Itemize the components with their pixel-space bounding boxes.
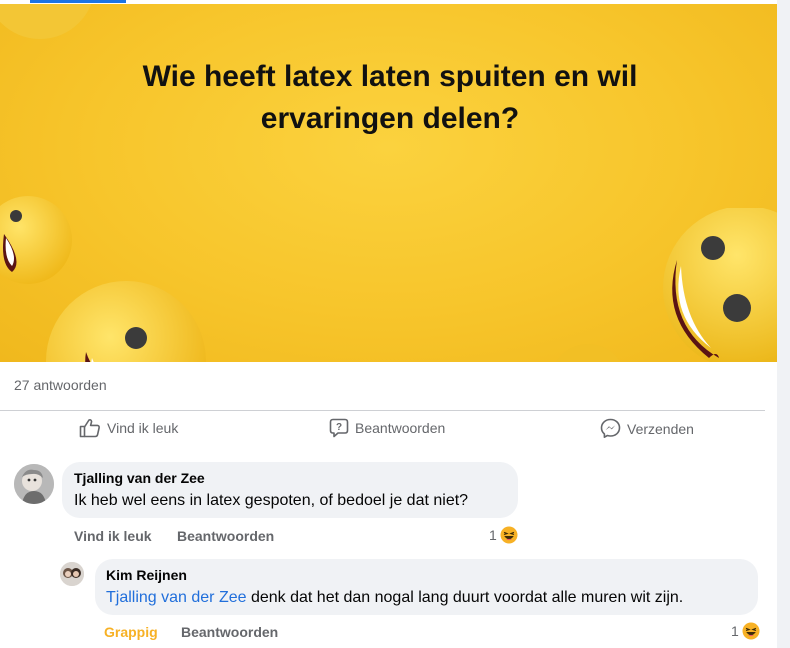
smiley-icon bbox=[46, 281, 206, 362]
comment-text: Tjalling van der Zee denk dat het dan no… bbox=[106, 589, 683, 607]
like-button[interactable]: Vind ik leuk bbox=[79, 418, 178, 438]
banner-title: Wie heeft latex laten spuiten en wil erv… bbox=[60, 56, 720, 140]
smiley-icon bbox=[555, 344, 621, 362]
comment-author[interactable]: Kim Reijnen bbox=[106, 567, 187, 583]
reaction-count-value: 1 bbox=[731, 623, 739, 639]
page-background-edge bbox=[777, 0, 790, 648]
smiley-icon bbox=[0, 196, 72, 284]
reply-count[interactable]: 27 antwoorden bbox=[14, 377, 107, 393]
post-action-bar: Vind ik leuk ? Beantwoorden Verzenden bbox=[0, 418, 777, 446]
messenger-icon bbox=[600, 418, 621, 438]
avatar[interactable] bbox=[60, 562, 84, 586]
comment-reply-button[interactable]: Beantwoorden bbox=[181, 624, 278, 640]
comment-author[interactable]: Tjalling van der Zee bbox=[74, 470, 205, 486]
send-button-label: Verzenden bbox=[627, 420, 694, 437]
reaction-count-value: 1 bbox=[489, 527, 497, 543]
divider bbox=[0, 410, 765, 411]
banner-title-line1: Wie heeft latex laten spuiten en wil bbox=[142, 60, 638, 93]
svg-text:?: ? bbox=[336, 422, 342, 433]
active-tab-indicator bbox=[30, 0, 126, 3]
mention-link[interactable]: Tjalling van der Zee bbox=[106, 589, 247, 606]
thumbs-up-icon bbox=[79, 419, 100, 438]
avatar-photo bbox=[60, 562, 84, 586]
comment-bubble-icon: ? bbox=[329, 418, 349, 438]
comment-reply-button[interactable]: Beantwoorden bbox=[177, 528, 274, 544]
send-button[interactable]: Verzenden bbox=[600, 418, 694, 439]
comment-reaction-label[interactable]: Grappig bbox=[104, 624, 158, 640]
haha-emoji-icon bbox=[742, 622, 760, 640]
post-banner-image: Wie heeft latex laten spuiten en wil erv… bbox=[0, 4, 777, 362]
banner-title-line2: ervaringen delen? bbox=[260, 102, 520, 135]
smiley-icon bbox=[663, 208, 777, 362]
reaction-count[interactable]: 1 bbox=[489, 526, 518, 544]
reply-button[interactable]: ? Beantwoorden bbox=[329, 418, 445, 438]
comment-text: Ik heb wel eens in latex gespoten, of be… bbox=[74, 492, 469, 509]
comment-like-button[interactable]: Vind ik leuk bbox=[74, 528, 152, 544]
avatar[interactable] bbox=[14, 464, 54, 504]
like-button-label: Vind ik leuk bbox=[107, 420, 179, 436]
haha-emoji-icon bbox=[500, 526, 518, 544]
comment-text-body: denk dat het dan nogal lang duurt voorda… bbox=[246, 589, 684, 606]
smiley-icon bbox=[0, 4, 92, 39]
avatar-photo bbox=[14, 464, 54, 504]
reaction-count[interactable]: 1 bbox=[731, 622, 760, 640]
reply-button-label: Beantwoorden bbox=[355, 420, 446, 436]
